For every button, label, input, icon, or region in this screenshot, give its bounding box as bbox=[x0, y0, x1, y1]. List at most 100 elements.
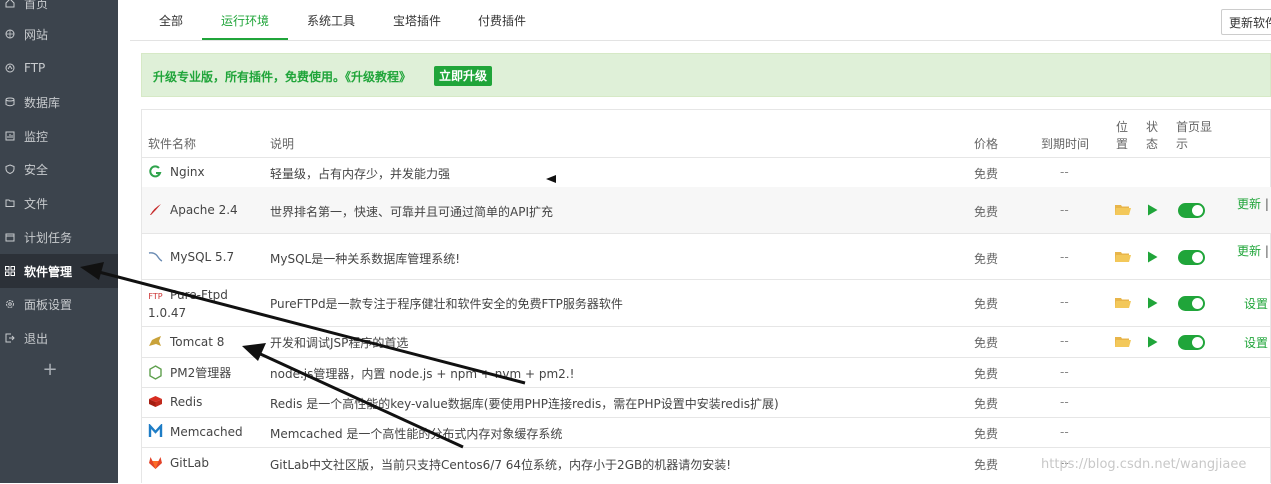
software-name: PM2管理器 bbox=[148, 364, 231, 381]
software-price: 免费 bbox=[974, 367, 999, 381]
header-status-line2: 态 bbox=[1146, 137, 1159, 151]
software-price: 免费 bbox=[974, 252, 999, 266]
row-op-link[interactable]: 更新 | bbox=[1237, 242, 1269, 259]
table-header: 软件名称 说明 价格 到期时间 位 置 状 态 首页显 示 bbox=[142, 110, 1271, 158]
sidebar-item-label: 面板设置 bbox=[24, 297, 73, 312]
sidebar-item-label: 网站 bbox=[24, 27, 49, 42]
software-desc: PureFTPd是一款专注于程序健壮和软件安全的免费FTP服务器软件 bbox=[270, 297, 623, 311]
tab-runtime[interactable]: 运行环境 bbox=[202, 0, 288, 40]
gitlab-icon bbox=[148, 455, 163, 470]
nginx-icon bbox=[148, 164, 163, 179]
ftp-icon bbox=[5, 63, 15, 73]
sidebar-item-software[interactable]: 软件管理 bbox=[0, 254, 118, 288]
main-content: 全部 运行环境 系统工具 宝塔插件 付费插件 更新软件 升级专业版，所有插件，免… bbox=[130, 0, 1271, 483]
play-icon[interactable] bbox=[1147, 204, 1158, 216]
sidebar-item-label: 数据库 bbox=[24, 95, 61, 110]
sidebar: 首页 网站 FTP 数据库 监控 安全 文件 计划任务 软件管理 面板设置 退出… bbox=[0, 0, 118, 483]
table-row: PM2管理器 node.js管理器，内置 node.js + npm + nvm… bbox=[142, 357, 1271, 388]
play-icon[interactable] bbox=[1147, 297, 1158, 309]
settings-link[interactable]: 设置 bbox=[1244, 334, 1268, 351]
software-name-text: Redis bbox=[170, 394, 203, 409]
redis-icon bbox=[148, 394, 163, 409]
tab-system-tools[interactable]: 系统工具 bbox=[296, 0, 366, 38]
software-price: 免费 bbox=[974, 205, 999, 219]
add-menu-button[interactable]: + bbox=[41, 361, 59, 379]
settings-link[interactable]: 设置 bbox=[1244, 295, 1268, 312]
tab-paid-plugins[interactable]: 付费插件 bbox=[467, 0, 537, 38]
tab-bar: 全部 运行环境 系统工具 宝塔插件 付费插件 更新软件 bbox=[130, 0, 1271, 41]
software-price: 免费 bbox=[974, 297, 999, 311]
software-name: MySQL 5.7 bbox=[148, 249, 234, 264]
sidebar-item-database[interactable]: 数据库 bbox=[0, 85, 118, 119]
software-table: 软件名称 说明 价格 到期时间 位 置 状 态 首页显 示 Nginx 轻量级，… bbox=[141, 109, 1271, 483]
sidebar-item-cron[interactable]: 计划任务 bbox=[0, 220, 118, 254]
sidebar-item-files[interactable]: 文件 bbox=[0, 186, 118, 220]
header-name: 软件名称 bbox=[148, 137, 197, 151]
play-icon[interactable] bbox=[1147, 251, 1158, 263]
upgrade-now-button[interactable]: 立即升级 bbox=[434, 66, 492, 86]
homepage-toggle[interactable] bbox=[1178, 335, 1205, 350]
software-desc: node.js管理器，内置 node.js + npm + nvm + pm2.… bbox=[270, 367, 575, 381]
header-desc: 说明 bbox=[270, 137, 295, 151]
database-icon bbox=[5, 97, 15, 107]
table-row: Nginx 轻量级，占有内存少，并发能力强 免费 -- bbox=[142, 157, 1271, 188]
folder-icon[interactable] bbox=[1115, 204, 1131, 216]
folder-icon[interactable] bbox=[1115, 297, 1131, 309]
op-separator: | bbox=[1264, 244, 1269, 258]
software-expire: -- bbox=[1060, 203, 1069, 217]
software-name-text: Nginx bbox=[170, 164, 205, 179]
sidebar-item-label: 文件 bbox=[24, 196, 49, 211]
update-link[interactable]: 更新 bbox=[1237, 244, 1261, 258]
header-position-line1: 位 bbox=[1116, 120, 1129, 134]
sidebar-item-settings[interactable]: 面板设置 bbox=[0, 287, 118, 321]
software-expire: -- bbox=[1060, 165, 1069, 179]
table-row: Redis Redis 是一个高性能的key-value数据库(要使用PHP连接… bbox=[142, 387, 1271, 418]
software-expire: -- bbox=[1060, 250, 1069, 264]
software-price: 免费 bbox=[974, 427, 999, 441]
software-desc: GitLab中文社区版，当前只支持Centos6/7 64位系统，内存小于2GB… bbox=[270, 458, 732, 472]
sidebar-item-label: 退出 bbox=[24, 331, 49, 346]
folder-icon[interactable] bbox=[1115, 251, 1131, 263]
calendar-icon bbox=[5, 232, 15, 242]
update-link[interactable]: 更新 bbox=[1237, 197, 1261, 211]
sidebar-item-website[interactable]: 网站 bbox=[0, 17, 118, 51]
folder-icon[interactable] bbox=[1115, 336, 1131, 348]
software-desc: Memcached 是一个高性能的分布式内存对象缓存系统 bbox=[270, 427, 563, 441]
homepage-toggle[interactable] bbox=[1178, 203, 1205, 218]
software-expire: -- bbox=[1060, 295, 1069, 309]
sidebar-item-ftp[interactable]: FTP bbox=[0, 51, 118, 85]
homepage-toggle[interactable] bbox=[1178, 296, 1205, 311]
software-price: 免费 bbox=[974, 397, 999, 411]
software-name: GitLab bbox=[148, 455, 209, 470]
sidebar-item-monitor[interactable]: 监控 bbox=[0, 119, 118, 153]
sidebar-item-security[interactable]: 安全 bbox=[0, 152, 118, 186]
watermark-text: https://blog.csdn.net/wangjiaee bbox=[1041, 457, 1247, 472]
header-status-line1: 状 bbox=[1146, 120, 1159, 134]
software-desc: 世界排名第一，快速、可靠并且可通过简单的API扩充 bbox=[270, 205, 553, 219]
apache-icon bbox=[148, 202, 163, 217]
header-price: 价格 bbox=[974, 137, 999, 151]
software-price: 免费 bbox=[974, 167, 999, 181]
upgrade-banner: 升级专业版，所有插件，免费使用。《升级教程》 立即升级 bbox=[141, 53, 1271, 97]
sidebar-item-label: FTP bbox=[24, 61, 46, 75]
software-expire: -- bbox=[1060, 425, 1069, 439]
table-row: FTP Pure-Ftpd 1.0.47 PureFTPd是一款专注于程序健壮和软… bbox=[142, 279, 1271, 327]
software-name: Tomcat 8 bbox=[148, 334, 224, 349]
logout-icon bbox=[5, 333, 15, 343]
tab-all[interactable]: 全部 bbox=[148, 0, 194, 38]
update-software-button[interactable]: 更新软件 bbox=[1221, 9, 1271, 35]
software-desc: 轻量级，占有内存少，并发能力强 bbox=[270, 167, 451, 181]
header-expire: 到期时间 bbox=[1041, 137, 1090, 151]
folder-icon bbox=[5, 198, 15, 208]
table-row: Tomcat 8 开发和调试JSP程序的首选 免费 -- 设置 bbox=[142, 326, 1271, 358]
sidebar-item-logout[interactable]: 退出 bbox=[0, 321, 118, 355]
software-name: Memcached bbox=[148, 424, 243, 439]
software-name-text: Memcached bbox=[170, 424, 243, 439]
upgrade-banner-text[interactable]: 升级专业版，所有插件，免费使用。《升级教程》 bbox=[153, 68, 411, 85]
row-op-link[interactable]: 更新 | bbox=[1237, 195, 1269, 212]
tab-bt-plugins[interactable]: 宝塔插件 bbox=[382, 0, 452, 38]
homepage-toggle[interactable] bbox=[1178, 250, 1205, 265]
header-homepage-line1: 首页显 bbox=[1176, 120, 1213, 134]
header-status: 状 态 bbox=[1146, 118, 1158, 152]
play-icon[interactable] bbox=[1147, 336, 1158, 348]
